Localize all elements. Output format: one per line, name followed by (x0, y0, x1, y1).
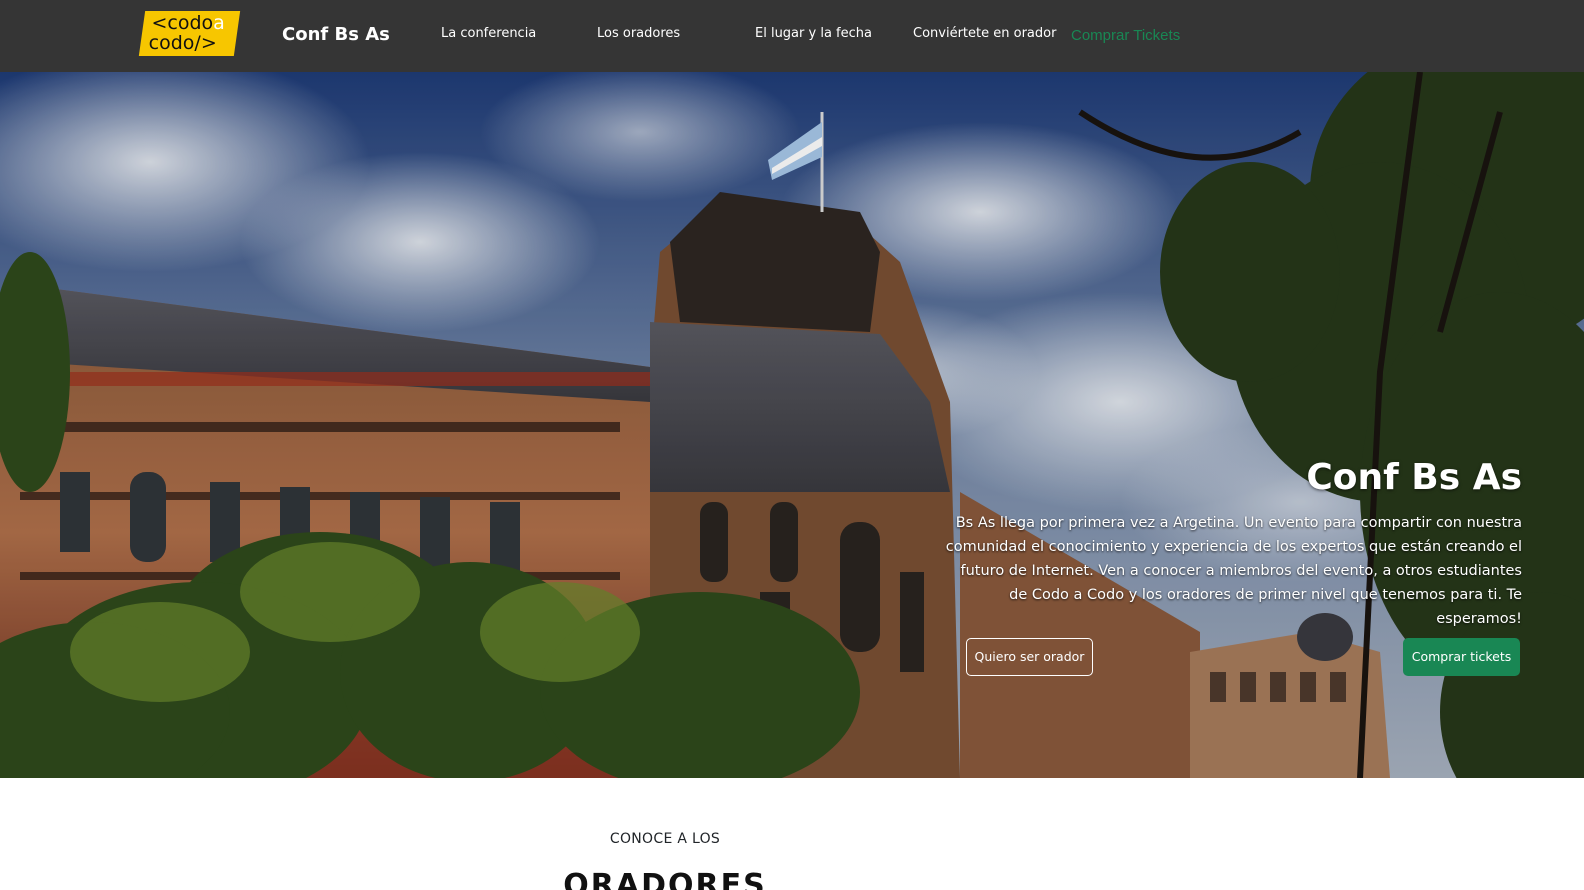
section-eyebrow: CONOCE A LOS (609, 831, 721, 847)
navbar-brand[interactable]: Conf Bs As (282, 24, 390, 45)
section-title: ORADORES (563, 868, 767, 890)
nav-link-comprar-tickets[interactable]: Comprar Tickets (1071, 27, 1180, 44)
comprar-tickets-button[interactable]: Comprar tickets (1403, 638, 1520, 676)
hero-description: Bs As llega por primera vez a Argetina. … (945, 515, 1522, 627)
codo-a-codo-logo[interactable]: <codoa codo/> (138, 11, 241, 56)
top-navbar: <codoa codo/> Conf Bs As La conferencia … (0, 0, 1584, 72)
hero-background-image (0, 72, 1584, 778)
quiero-ser-orador-button[interactable]: Quiero ser orador (966, 638, 1093, 676)
nav-link-los-oradores[interactable]: Los oradores (597, 26, 680, 41)
nav-link-conviertete-en-orador[interactable]: Conviértete en orador (913, 26, 1056, 41)
nav-link-la-conferencia[interactable]: La conferencia (441, 26, 536, 41)
hero-banner: Conf Bs As Bs As llega por primera vez a… (0, 72, 1584, 778)
hero-title: Conf Bs As (1306, 457, 1522, 498)
nav-link-el-lugar-y-la-fecha[interactable]: El lugar y la fecha (755, 26, 872, 41)
hero-text-block: Conf Bs As Bs As llega por primera vez a… (942, 456, 1522, 631)
